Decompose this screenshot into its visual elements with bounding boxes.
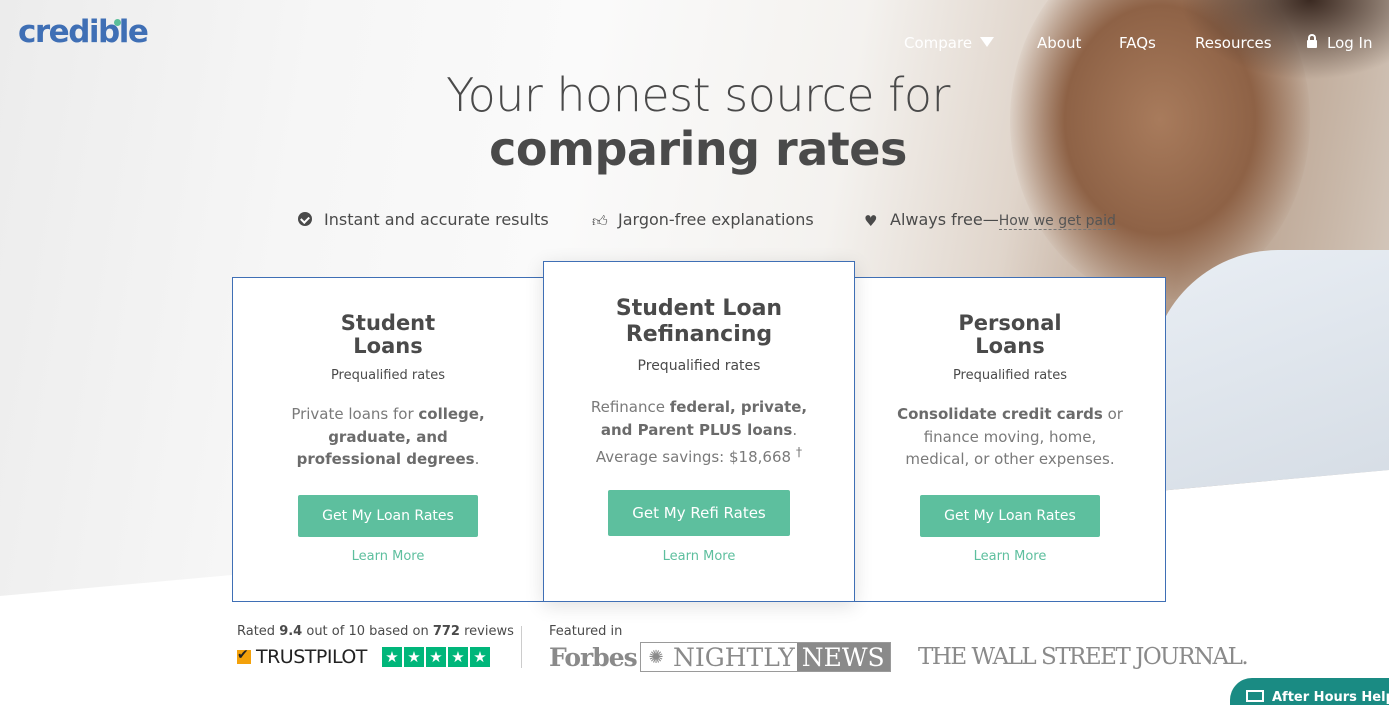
desc-bold: Consolidate credit cards: [897, 405, 1103, 423]
desc-pre: Refinance: [590, 398, 670, 416]
nav-faqs[interactable]: FAQs: [1119, 34, 1156, 52]
nbc-nightly-text: NIGHTLY: [673, 643, 795, 672]
feature-always-free: ♥ Always free—How we get paid: [864, 210, 1116, 230]
chat-label: After Hours Help: [1272, 690, 1389, 705]
card-title-line-1: Student: [340, 311, 436, 335]
card-title: Student Loans: [233, 312, 543, 358]
star-icon: ★: [448, 647, 468, 667]
card-subtitle: Prequalified rates: [637, 358, 761, 374]
nbc-news-text: NEWS: [796, 643, 890, 672]
envelope-icon: [1246, 690, 1264, 702]
reviews-label: reviews: [459, 624, 514, 639]
dagger-footnote: †: [795, 444, 803, 459]
card-title-line-1: Personal: [958, 311, 1062, 335]
star-icon: ★: [404, 647, 424, 667]
card-subtitle: Prequalified rates: [330, 368, 446, 383]
nav-about[interactable]: About: [1037, 34, 1081, 52]
how-we-get-paid-link[interactable]: How we get paid: [998, 213, 1116, 230]
wsj-logo: THE WALL STREET JOURNAL.: [918, 644, 1249, 670]
star-icon: ★: [382, 647, 402, 667]
credible-logo[interactable]: credible: [18, 14, 149, 50]
learn-more-link[interactable]: Learn More: [855, 549, 1165, 564]
card-title-line-2: Loans: [353, 334, 423, 358]
after-hours-help-chat-button[interactable]: After Hours Help: [1230, 678, 1389, 705]
forbes-logo: Forbes: [549, 643, 638, 672]
logo-text: credible: [18, 14, 149, 50]
hero-photo-shirt: [1150, 250, 1389, 570]
card-title-line-2: Refinancing: [625, 322, 773, 347]
get-refi-rates-button[interactable]: Get My Refi Rates: [608, 490, 790, 536]
nav-login-label: Log In: [1327, 34, 1373, 52]
feature-instant: Instant and accurate results: [298, 210, 549, 229]
nbc-peacock-icon: ✺: [648, 646, 664, 668]
trustpilot-logo[interactable]: TRUSTPILOT: [237, 646, 367, 668]
divider: [521, 626, 522, 668]
feature-text: Jargon-free explanations: [618, 210, 814, 229]
get-loan-rates-button[interactable]: Get My Loan Rates: [920, 495, 1100, 537]
nav-resources[interactable]: Resources: [1195, 34, 1272, 52]
feature-text: Instant and accurate results: [324, 210, 549, 229]
star-icon: ★: [426, 647, 446, 667]
nav-compare-label: Compare: [904, 34, 973, 52]
card-title: Student Loan Refinancing: [544, 296, 854, 348]
card-description: Refinance federal, private, and Parent P…: [582, 396, 816, 469]
rating-score: 9.4: [279, 624, 303, 639]
card-subtitle: Prequalified rates: [952, 368, 1068, 383]
lock-icon: [1307, 34, 1317, 48]
card-title: Personal Loans: [855, 312, 1165, 358]
nav-compare[interactable]: Compare: [904, 34, 995, 52]
thumbs-up-icon: 👍︎: [592, 212, 608, 230]
feature-jargon-free: 👍︎ Jargon-free explanations: [592, 210, 814, 229]
rated-label: Rated: [237, 624, 280, 639]
card-student-loans: Student Loans Prequalified rates Private…: [232, 277, 544, 602]
desc-post: .: [474, 450, 480, 468]
trustpilot-check-icon: [237, 647, 251, 664]
check-circle-icon: [298, 212, 312, 226]
nbc-nightly-news-logo: ✺ NIGHTLY NEWS: [640, 642, 891, 672]
get-loan-rates-button[interactable]: Get My Loan Rates: [298, 495, 478, 537]
learn-more-link[interactable]: Learn More: [544, 549, 854, 564]
featured-in-label: Featured in: [549, 624, 623, 639]
card-personal-loans: Personal Loans Prequalified rates Consol…: [854, 277, 1166, 602]
out-of-label: out of 10 based on: [302, 624, 433, 639]
trustpilot-wordmark: TRUSTPILOT: [256, 646, 367, 668]
feature-text: Always free—: [890, 210, 999, 229]
nav-login[interactable]: Log In: [1307, 34, 1373, 52]
desc-pre: Private loans for: [291, 405, 419, 423]
caret-down-icon: [980, 37, 995, 47]
card-title-line-2: Loans: [975, 334, 1045, 358]
learn-more-link[interactable]: Learn More: [233, 549, 543, 564]
star-icon: ★: [470, 647, 490, 667]
logo-dot: [114, 19, 121, 26]
card-description: Consolidate credit cards or finance movi…: [897, 403, 1123, 471]
heart-icon: ♥: [864, 212, 878, 230]
trustpilot-stars: ★ ★ ★ ★ ★: [382, 647, 490, 667]
headline-line-1: Your honest source for: [446, 68, 950, 122]
review-count: 772: [432, 624, 460, 639]
card-description: Private loans for college, graduate, and…: [283, 403, 493, 471]
trustpilot-rating-text: Rated 9.4 out of 10 based on 772 reviews: [237, 624, 514, 639]
headline-line-2: comparing rates: [489, 122, 907, 176]
card-title-line-1: Student Loan: [615, 296, 783, 321]
card-student-loan-refinancing: Student Loan Refinancing Prequalified ra…: [543, 261, 855, 602]
